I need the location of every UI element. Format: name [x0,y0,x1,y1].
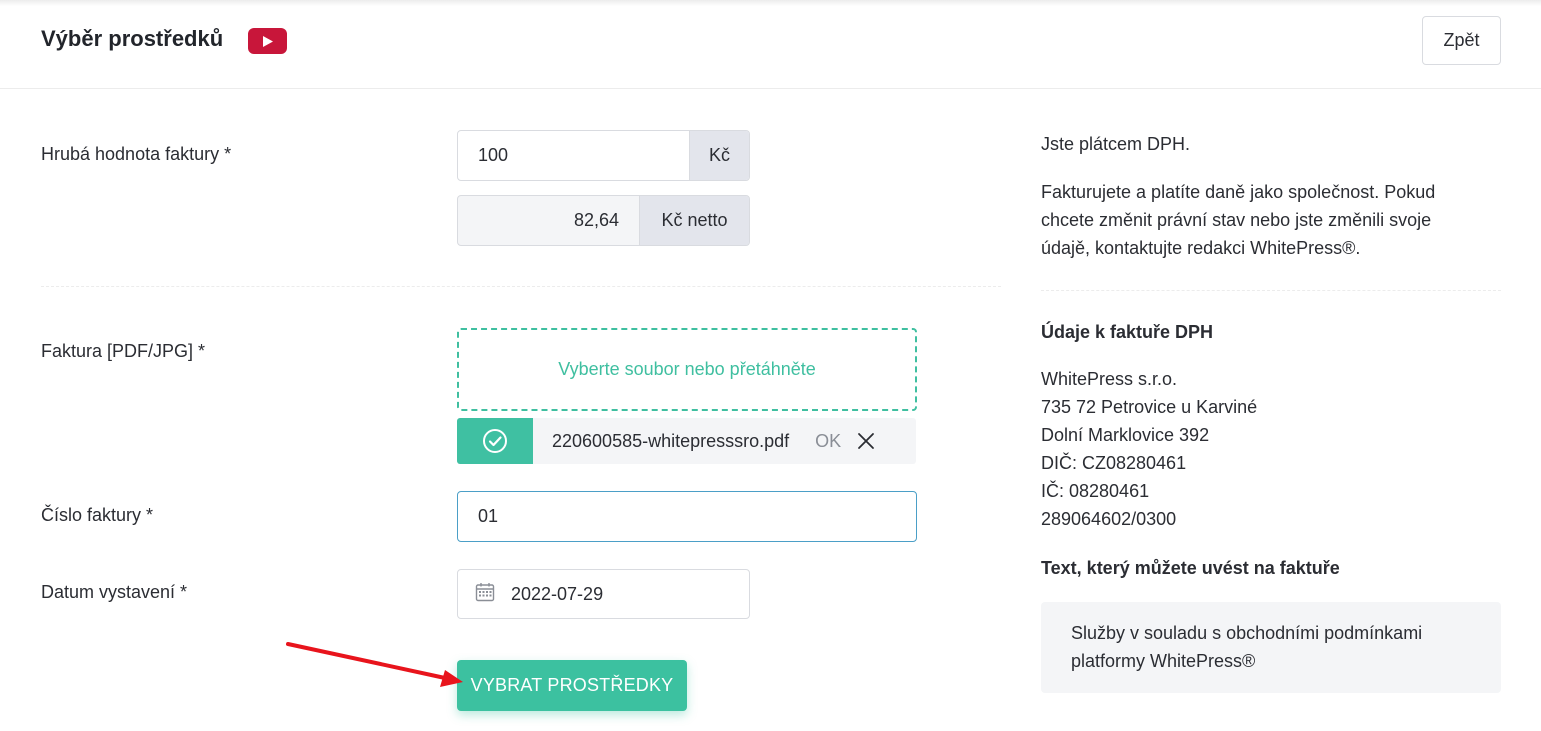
youtube-icon[interactable] [248,28,287,54]
page-title: Výběr prostředků [41,26,224,51]
vat-info-line: Fakturujete a platíte daně jako společno… [1041,182,1436,202]
invoice-number-input[interactable]: 01 [457,491,917,542]
uploaded-file-name: 220600585-whitepresssro.pdf [552,430,790,451]
invoice-details-line: IČ: 08280461 [1041,481,1150,501]
vat-info-line: údajě, kontaktujte redakci WhitePress®. [1041,238,1361,258]
issue-date-input[interactable]: 2022-07-29 [457,569,750,619]
gross-value-unit: Kč [689,131,749,180]
vat-info-text: Fakturujete a platíte daně jako společno… [1041,178,1435,262]
gross-value-field[interactable]: 100 Kč [457,130,750,181]
invoice-details-line: Dolní Marklovice 392 [1041,425,1210,445]
page-header: Výběr prostředků Zpět [0,0,1541,89]
check-circle-icon [457,418,533,464]
vat-status-text: Jste plátcem DPH. [1041,134,1191,154]
form-divider [41,286,1001,287]
invoice-details-title: Údaje k faktuře DPH [1041,322,1214,342]
invoice-text-line: Služby v souladu s obchodními podmínkami [1071,623,1423,643]
net-value-unit: Kč netto [639,196,749,245]
issue-date-label: Datum vystavení * [41,582,188,602]
invoice-details: WhitePress s.r.o. 735 72 Petrovice u Kar… [1041,365,1257,533]
uploaded-file-row: 220600585-whitepresssro.pdf OK [457,418,916,464]
invoice-file-label: Faktura [PDF/JPG] * [41,341,206,361]
annotation-arrow [286,642,463,687]
upload-status: OK [815,430,842,451]
issue-date-value: 2022-07-29 [511,583,604,604]
gross-value-label: Hrubá hodnota faktury * [41,144,232,164]
invoice-text-title: Text, který můžete uvést na faktuře [1041,558,1340,578]
invoice-details-line: 289064602/0300 [1041,509,1177,529]
invoice-number-label: Číslo faktury * [41,505,154,525]
dropzone-text: Vyberte soubor nebo přetáhněte [558,359,816,379]
calendar-icon [475,582,495,607]
sidebar-divider [1041,290,1501,291]
net-value-field: 82,64 Kč netto [457,195,750,246]
invoice-text-line: platformy WhitePress® [1071,651,1256,671]
file-dropzone[interactable]: Vyberte soubor nebo přetáhněte [457,328,917,411]
gross-value-input[interactable]: 100 [458,131,689,180]
withdraw-funds-button[interactable]: VYBRAT PROSTŘEDKY [457,660,687,711]
vat-info-line: chcete změnit právní stav nebo jste změn… [1041,210,1432,230]
invoice-details-line: 735 72 Petrovice u Karviné [1041,397,1258,417]
invoice-text-box: Služby v souladu s obchodními podmínkami… [1041,602,1501,693]
net-value-display: 82,64 [573,210,619,230]
close-icon[interactable] [857,418,875,464]
invoice-details-line: DIČ: CZ08280461 [1041,453,1187,473]
back-button[interactable]: Zpět [1422,16,1501,65]
invoice-details-line: WhitePress s.r.o. [1041,369,1178,389]
